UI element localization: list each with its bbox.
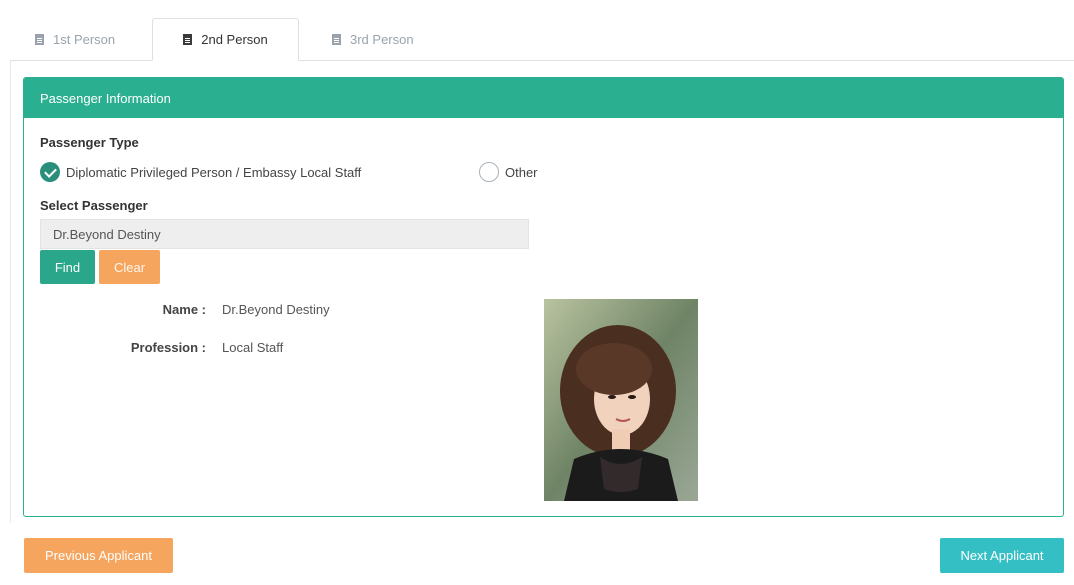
profession-key: Profession :: [130, 340, 206, 355]
radio-checked-icon[interactable]: [40, 162, 60, 182]
passenger-type-label: Passenger Type: [40, 135, 139, 150]
tab-label: 1st Person: [53, 31, 116, 47]
select-passenger-label: Select Passenger: [40, 198, 148, 213]
previous-applicant-button[interactable]: Previous Applicant: [24, 538, 173, 573]
clear-button[interactable]: Clear: [99, 250, 160, 284]
tab-2nd-person[interactable]: 2nd Person: [152, 18, 299, 61]
portrait-image: [544, 299, 698, 501]
document-icon: [332, 33, 341, 45]
passenger-information-panel: Passenger Information Passenger Type Dip…: [23, 77, 1064, 517]
tab-label: 2nd Person: [201, 32, 268, 47]
radio-unchecked-icon[interactable]: [479, 162, 499, 182]
name-value: Dr.Beyond Destiny: [222, 302, 330, 317]
document-icon: [35, 33, 44, 45]
name-key: Name :: [162, 302, 206, 317]
find-button[interactable]: Find: [40, 250, 95, 284]
passenger-select[interactable]: Dr.Beyond Destiny: [40, 219, 529, 249]
radio-label: Other: [505, 164, 538, 180]
tab-3rd-person[interactable]: 3rd Person: [332, 18, 414, 60]
document-icon: [183, 34, 193, 45]
tab-label: 3rd Person: [350, 31, 414, 47]
next-applicant-button[interactable]: Next Applicant: [940, 538, 1064, 573]
passenger-photo: [544, 299, 698, 501]
radio-label: Diplomatic Privileged Person / Embassy L…: [66, 164, 362, 180]
radio-other[interactable]: Other: [479, 162, 538, 182]
panel-title: Passenger Information: [24, 78, 1063, 118]
person-tabs: 1st Person 2nd Person 3rd Person: [10, 0, 1074, 61]
profession-value: Local Staff: [222, 340, 284, 355]
passenger-select-value: Dr.Beyond Destiny: [53, 226, 161, 242]
tab-1st-person[interactable]: 1st Person: [35, 18, 115, 60]
radio-diplomatic[interactable]: Diplomatic Privileged Person / Embassy L…: [40, 162, 361, 182]
checkmark-icon: [43, 164, 57, 178]
